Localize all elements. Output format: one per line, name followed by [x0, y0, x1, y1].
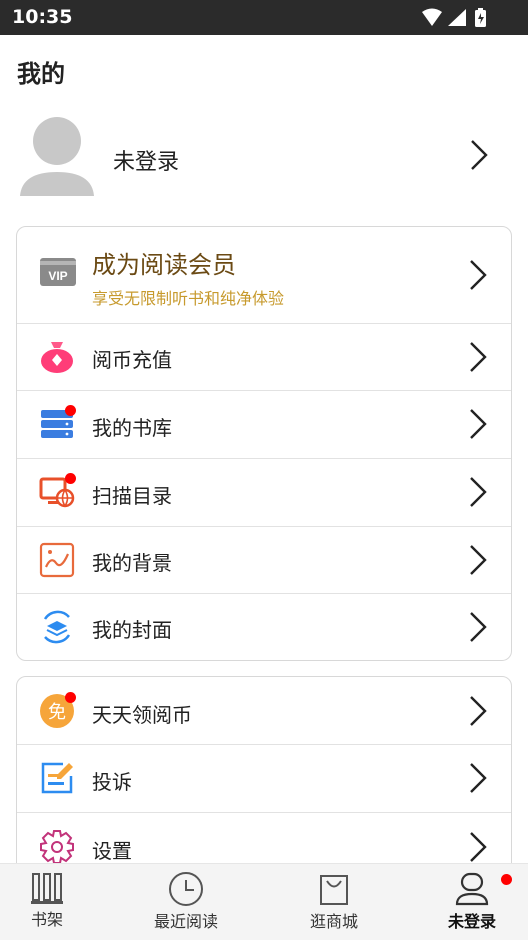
page-title: 我的 [17, 60, 65, 88]
menu-item-label: 天天领阅币 [92, 703, 192, 727]
settings-gear-icon [40, 830, 74, 864]
signal-icon [448, 9, 466, 26]
notification-dot [65, 473, 76, 484]
bookshelf-icon [31, 873, 63, 904]
nav-label: 逛商城 [309, 912, 358, 931]
chevron-right-icon [470, 612, 487, 642]
chevron-right-icon [470, 832, 487, 862]
nav-label: 书架 [30, 910, 63, 929]
menu-item-label: 我的封面 [92, 618, 172, 642]
vip-badge: VIP [48, 269, 67, 283]
menu-item-free-coins[interactable]: 免 天天领阅币 [17, 677, 511, 745]
menu-item-label: 扫描目录 [92, 484, 172, 508]
menu-item-background[interactable]: 我的背景 [17, 527, 511, 594]
menu-item-label: 设置 [92, 839, 132, 863]
nav-tab-bookshelf[interactable]: 书架 [0, 864, 94, 940]
chevron-right-icon [470, 260, 487, 290]
background-image-icon [39, 542, 75, 578]
chevron-right-icon [470, 545, 487, 575]
user-icon [455, 872, 489, 906]
notification-dot [501, 874, 512, 885]
avatar-placeholder-icon [20, 117, 94, 196]
status-bar: 10:35 [0, 0, 528, 35]
menu-item-scan[interactable]: 扫描目录 [17, 459, 511, 527]
profile-name: 未登录 [113, 150, 180, 175]
cover-icon [43, 610, 71, 644]
menu-item-recharge[interactable]: 阅币充值 [17, 324, 511, 391]
chevron-right-icon [470, 477, 487, 507]
chevron-right-icon [471, 140, 488, 170]
menu-item-label: 投诉 [92, 770, 132, 794]
wifi-icon [422, 8, 442, 26]
nav-tab-recent-reading[interactable]: 最近阅读 [136, 864, 236, 940]
vip-card-icon: VIP [40, 258, 76, 286]
menu-item-library[interactable]: 我的书库 [17, 391, 511, 459]
menu-item-complaint[interactable]: 投诉 [17, 745, 511, 813]
nav-tab-profile[interactable]: 未登录 [424, 864, 520, 940]
vip-subtitle: 享受无限制听书和纯净体验 [92, 289, 285, 308]
menu-card-primary: VIP 成为阅读会员 享受无限制听书和纯净体验 阅币充值 我的书库 扫描目录 我… [16, 226, 512, 661]
chevron-right-icon [470, 342, 487, 372]
notification-dot [65, 405, 76, 416]
menu-item-label: 我的书库 [92, 416, 172, 440]
notification-dot [65, 692, 76, 703]
status-time: 10:35 [12, 6, 73, 28]
complaint-icon [41, 762, 73, 794]
battery-icon [475, 8, 486, 27]
menu-item-label: 阅币充值 [92, 348, 172, 372]
chevron-right-icon [470, 696, 487, 726]
menu-item-label: 我的背景 [92, 551, 172, 575]
profile-login-row[interactable]: 未登录 [0, 104, 528, 208]
menu-item-cover[interactable]: 我的封面 [17, 594, 511, 660]
vip-title: 成为阅读会员 [92, 251, 236, 279]
nav-label: 最近阅读 [153, 912, 218, 931]
clock-icon [169, 872, 203, 906]
vip-membership-row[interactable]: VIP 成为阅读会员 享受无限制听书和纯净体验 [17, 227, 511, 324]
bottom-navigation: 书架 最近阅读 逛商城 未登录 [0, 863, 528, 940]
nav-tab-store[interactable]: 逛商城 [290, 864, 378, 940]
status-icons [420, 7, 490, 29]
money-bag-icon [41, 342, 73, 373]
chevron-right-icon [470, 763, 487, 793]
nav-label: 未登录 [447, 912, 496, 931]
chevron-right-icon [470, 409, 487, 439]
free-badge: 免 [48, 702, 66, 723]
shopping-bag-icon [320, 875, 348, 905]
menu-card-secondary: 免 天天领阅币 投诉 设置 [16, 676, 512, 878]
